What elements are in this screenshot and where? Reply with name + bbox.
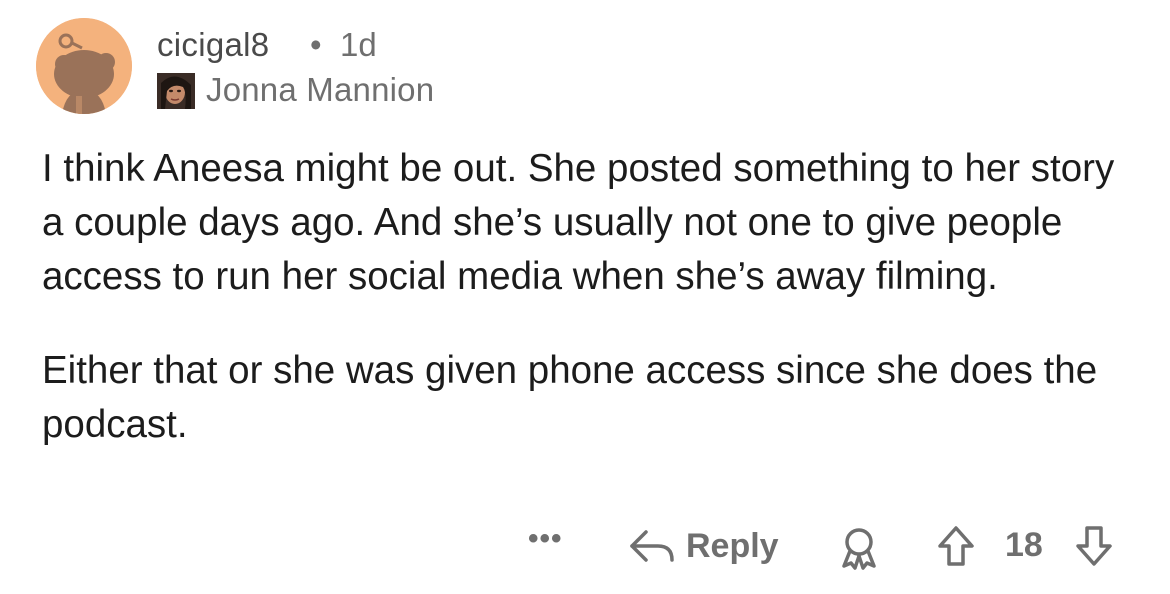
- downvote-button[interactable]: [1074, 524, 1114, 573]
- comment-age: 1d: [340, 26, 377, 63]
- more-options-button[interactable]: •••: [528, 522, 563, 556]
- username[interactable]: cicigal8: [157, 26, 269, 64]
- upvote-arrow-icon: [938, 526, 974, 566]
- snoo-avatar-icon: [36, 18, 132, 114]
- reply-button[interactable]: Reply: [628, 518, 779, 574]
- reply-label: Reply: [686, 526, 779, 565]
- separator-dot: •: [310, 26, 322, 63]
- vote-score: 18: [1005, 526, 1043, 564]
- award-button[interactable]: [838, 526, 880, 575]
- downvote-arrow-icon: [1076, 526, 1112, 566]
- comment-paragraph: I think Aneesa might be out. She posted …: [42, 147, 1115, 298]
- comment-actions: ••• Reply 18: [0, 518, 1170, 574]
- comment-paragraph: Either that or she was given phone acces…: [42, 349, 1098, 446]
- reply-arrow-icon: [630, 530, 674, 562]
- flair-image: [157, 73, 195, 109]
- comment-body: I think Aneesa might be out. She posted …: [42, 142, 1142, 492]
- user-flair: Jonna Mannion: [206, 71, 435, 108]
- award-icon: [842, 528, 876, 570]
- comment: cicigal8 • 1d Jonna Mannion I think Anee…: [0, 0, 1170, 594]
- upvote-button[interactable]: [936, 524, 976, 573]
- avatar[interactable]: [36, 18, 132, 114]
